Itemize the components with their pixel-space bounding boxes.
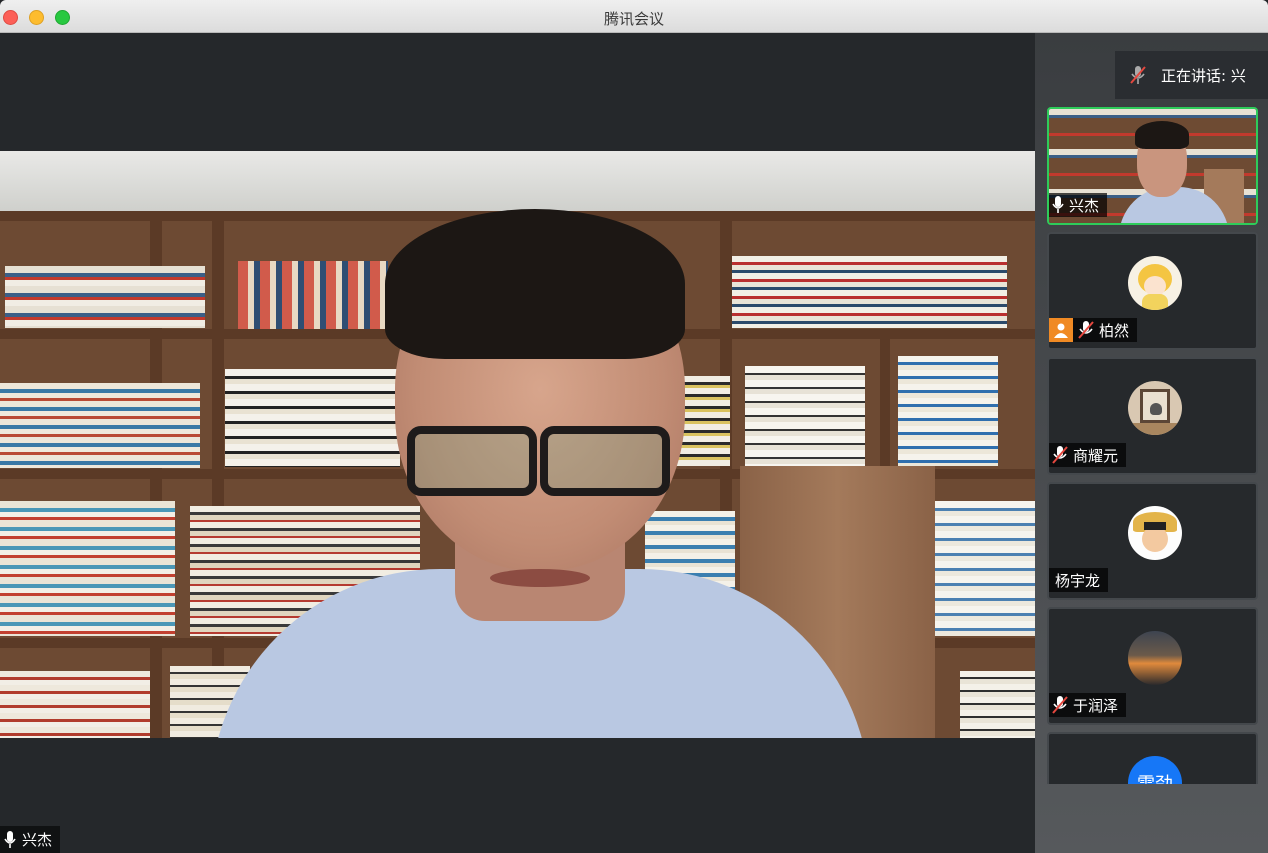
participant-tile[interactable]: 雷劲 <box>1047 732 1258 784</box>
participant-tile[interactable]: 兴杰 <box>1047 107 1258 225</box>
participant-tile[interactable]: 商耀元 <box>1047 357 1258 475</box>
avatar-initials: 雷劲 <box>1128 770 1182 784</box>
main-stage[interactable] <box>0 33 1035 853</box>
muted-microphone-icon <box>1077 321 1095 339</box>
participant-tile[interactable]: 于润泽 <box>1047 607 1258 725</box>
participant-label: 商耀元 <box>1049 443 1127 467</box>
participant-avatar: 雷劲 <box>1128 756 1182 784</box>
host-icon <box>1049 318 1073 342</box>
title-bar: 腾讯会议 <box>0 0 1268 33</box>
participant-name: 商耀元 <box>1073 446 1119 465</box>
participant-avatar <box>1128 256 1182 310</box>
main-video-participant-name: 兴杰 <box>22 831 53 849</box>
main-video-name-tag: 兴杰 <box>0 826 61 853</box>
main-video-feed[interactable] <box>0 151 1035 738</box>
participant-name: 兴杰 <box>1069 196 1100 215</box>
now-speaking-label: 正在讲话: 兴 <box>1161 66 1246 85</box>
participant-label: 于润泽 <box>1049 693 1127 717</box>
participant-label: 杨宇龙 <box>1049 568 1109 592</box>
muted-microphone-icon <box>1051 696 1069 714</box>
participant-name: 于润泽 <box>1073 696 1119 715</box>
microphone-icon <box>1051 196 1065 214</box>
participant-name: 柏然 <box>1099 321 1130 340</box>
participant-avatar <box>1128 506 1182 560</box>
participant-label: 柏然 <box>1049 318 1138 342</box>
participant-tile[interactable]: 柏然 <box>1047 232 1258 350</box>
muted-microphone-icon[interactable] <box>1115 65 1161 85</box>
participant-name: 杨宇龙 <box>1055 571 1101 590</box>
participant-avatar <box>1128 381 1182 435</box>
participant-label: 兴杰 <box>1049 193 1108 217</box>
microphone-icon <box>4 830 16 849</box>
muted-microphone-icon <box>1051 446 1069 464</box>
participant-avatar <box>1128 631 1182 685</box>
now-speaking-indicator: 正在讲话: 兴 <box>1115 51 1268 99</box>
window-title: 腾讯会议 <box>603 10 664 28</box>
participant-tile[interactable]: 杨宇龙 <box>1047 482 1258 600</box>
